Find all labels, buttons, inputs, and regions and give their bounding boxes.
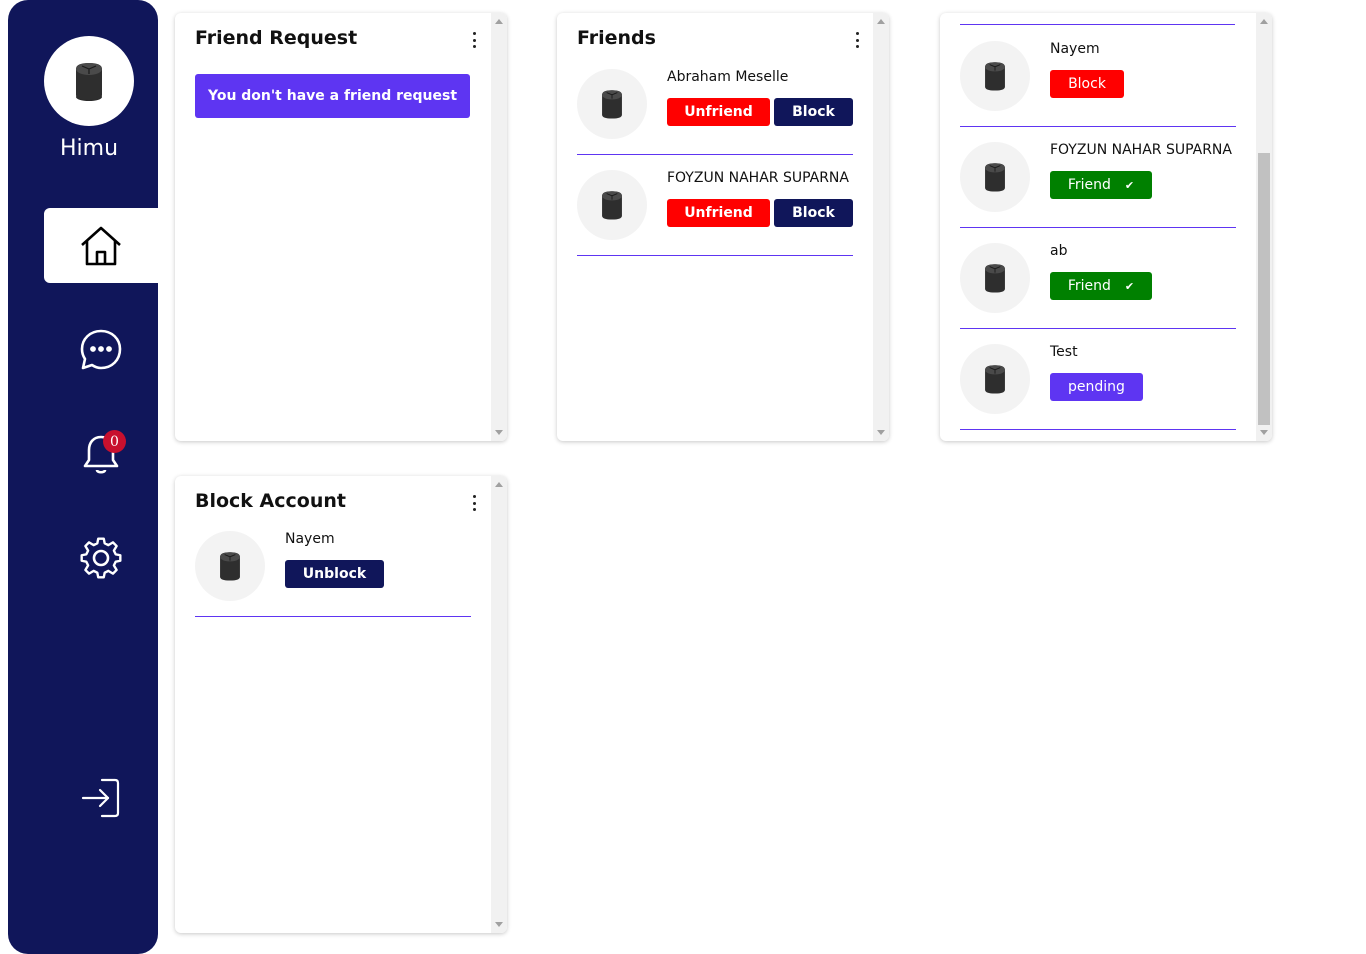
scroll-up-arrow-icon[interactable]: [877, 19, 885, 24]
nav-messages[interactable]: [44, 312, 158, 387]
nav-home[interactable]: [44, 208, 158, 283]
scroll-up-arrow-icon[interactable]: [1260, 19, 1268, 24]
user-row: Test pending: [960, 329, 1236, 430]
nav-logout[interactable]: [44, 760, 158, 835]
blocked-user-name: Nayem: [285, 531, 335, 547]
friend-row: Abraham Meselle Unfriend Block: [577, 54, 853, 155]
friends-title: Friends: [577, 27, 656, 49]
notification-badge: 0: [103, 430, 126, 453]
user-row: Nayem Block: [960, 26, 1236, 127]
divider: [577, 255, 853, 256]
home-icon: [81, 226, 121, 265]
block-button[interactable]: Block: [1050, 70, 1124, 98]
friend-name: FOYZUN NAHAR SUPARNA: [667, 170, 849, 186]
friend-status-button[interactable]: Friend ✔: [1050, 272, 1152, 300]
user-list-card: Nayem Block FOYZUN NAHAR SUPARNA Friend …: [940, 13, 1272, 441]
avatar: [195, 531, 265, 601]
profile-image-icon: [76, 63, 102, 101]
avatar: [577, 170, 647, 240]
avatar-image-icon: [602, 90, 622, 119]
scroll-up-arrow-icon[interactable]: [495, 19, 503, 24]
scrollbar[interactable]: [491, 13, 507, 441]
user-name: Test: [1050, 344, 1078, 360]
gear-icon: [80, 536, 122, 579]
scroll-down-arrow-icon[interactable]: [495, 922, 503, 927]
block-account-title: Block Account: [195, 490, 346, 512]
unfriend-button[interactable]: Unfriend: [667, 199, 770, 227]
avatar: [960, 142, 1030, 212]
scroll-down-arrow-icon[interactable]: [495, 430, 503, 435]
scroll-down-arrow-icon[interactable]: [1260, 430, 1268, 435]
avatar-image-icon: [602, 191, 622, 220]
avatar: [960, 344, 1030, 414]
friend-request-card: Friend Request You don't have a friend r…: [175, 13, 507, 441]
friends-card: Friends Abraham Meselle Unfriend Block F…: [557, 13, 889, 441]
unfriend-button[interactable]: Unfriend: [667, 98, 770, 126]
avatar-image-icon: [985, 365, 1005, 394]
scrollbar[interactable]: [873, 13, 889, 441]
check-icon: ✔: [1124, 178, 1135, 192]
nav-settings[interactable]: [44, 520, 158, 595]
no-friend-request-message: You don't have a friend request: [195, 74, 470, 118]
unblock-button[interactable]: Unblock: [285, 560, 384, 588]
divider: [960, 24, 1235, 25]
friend-request-title: Friend Request: [195, 27, 358, 49]
kebab-menu-icon[interactable]: [467, 494, 481, 512]
avatar-image-icon: [985, 163, 1005, 192]
user-row: ab Friend ✔: [960, 228, 1236, 329]
logout-icon: [81, 778, 120, 817]
scroll-up-arrow-icon[interactable]: [495, 482, 503, 487]
chat-icon: [80, 329, 122, 369]
profile-name: Himu: [59, 136, 119, 161]
friend-status-button[interactable]: Friend ✔: [1050, 171, 1152, 199]
friend-name: Abraham Meselle: [667, 69, 789, 85]
scrollbar[interactable]: [1256, 13, 1272, 441]
friend-status-label: Friend: [1067, 177, 1111, 193]
avatar-image-icon: [985, 62, 1005, 91]
avatar-image-icon: [985, 264, 1005, 293]
friend-status-label: Friend: [1067, 278, 1111, 294]
user-name: Nayem: [1050, 41, 1100, 57]
blocked-row: Nayem Unblock: [195, 516, 471, 617]
user-name: ab: [1050, 243, 1068, 259]
pending-button[interactable]: pending: [1050, 373, 1143, 401]
divider: [195, 616, 471, 617]
avatar: [577, 69, 647, 139]
divider: [960, 429, 1236, 430]
scrollbar[interactable]: [491, 476, 507, 933]
avatar: [960, 243, 1030, 313]
sidebar: Himu 0: [8, 0, 158, 954]
check-icon: ✔: [1124, 279, 1135, 293]
nav-notifications[interactable]: 0: [44, 416, 158, 491]
avatar: [960, 41, 1030, 111]
block-account-card: Block Account Nayem Unblock: [175, 476, 507, 933]
avatar-image-icon: [220, 552, 240, 581]
user-name: FOYZUN NAHAR SUPARNA: [1050, 142, 1232, 158]
kebab-menu-icon[interactable]: [467, 31, 481, 49]
block-button[interactable]: Block: [774, 199, 853, 227]
profile-avatar[interactable]: [44, 36, 134, 126]
friend-row: FOYZUN NAHAR SUPARNA Unfriend Block: [577, 155, 853, 256]
scrollbar-thumb[interactable]: [1258, 153, 1270, 425]
kebab-menu-icon[interactable]: [850, 31, 864, 49]
block-button[interactable]: Block: [774, 98, 853, 126]
scroll-down-arrow-icon[interactable]: [877, 430, 885, 435]
user-row: FOYZUN NAHAR SUPARNA Friend ✔: [960, 127, 1236, 228]
